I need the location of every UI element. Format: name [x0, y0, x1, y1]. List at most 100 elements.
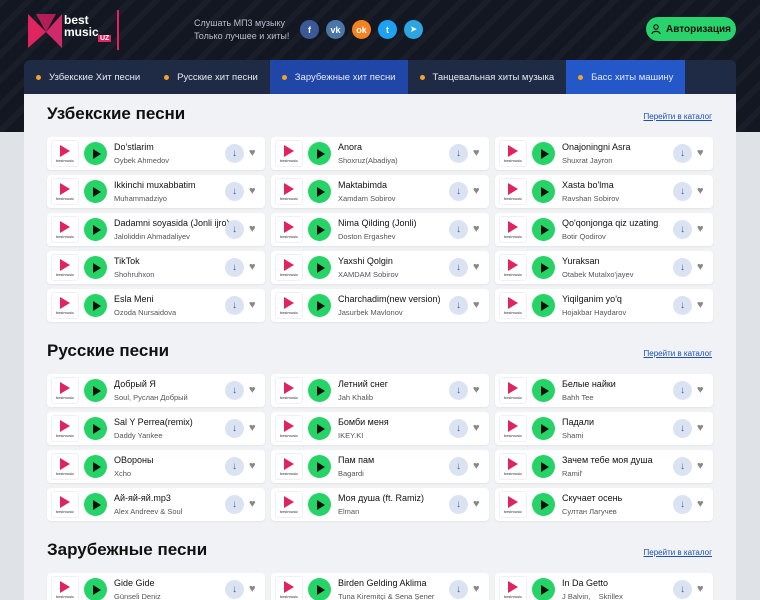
play-button[interactable] — [532, 256, 555, 279]
download-button[interactable]: ↓ — [225, 296, 244, 315]
download-button[interactable]: ↓ — [673, 220, 692, 239]
heart-icon[interactable]: ♥ — [697, 383, 704, 397]
heart-icon[interactable]: ♥ — [249, 146, 256, 160]
track-card[interactable]: bestmusic Ikkinchi muxabbatim Muhammadziyo… — [47, 175, 265, 208]
download-button[interactable]: ↓ — [673, 580, 692, 599]
download-button[interactable]: ↓ — [225, 457, 244, 476]
download-button[interactable]: ↓ — [673, 419, 692, 438]
nav-item[interactable]: Танцевальная хиты музыка — [408, 60, 567, 94]
download-button[interactable]: ↓ — [673, 495, 692, 514]
play-button[interactable] — [84, 180, 107, 203]
track-card[interactable]: bestmusic Белые найки Bahh Tee ↓ ♥ — [495, 374, 713, 407]
play-button[interactable] — [308, 493, 331, 516]
track-card[interactable]: bestmusic Do'stlarim Oybek Ahmedov ↓ ♥ — [47, 137, 265, 170]
play-button[interactable] — [532, 379, 555, 402]
play-button[interactable] — [84, 218, 107, 241]
download-button[interactable]: ↓ — [673, 144, 692, 163]
download-button[interactable]: ↓ — [225, 220, 244, 239]
play-button[interactable] — [532, 417, 555, 440]
heart-icon[interactable]: ♥ — [697, 421, 704, 435]
heart-icon[interactable]: ♥ — [697, 298, 704, 312]
play-button[interactable] — [84, 578, 107, 600]
play-button[interactable] — [308, 180, 331, 203]
track-card[interactable]: bestmusic Anora Shoxruz(Abadiya) ↓ ♥ — [271, 137, 489, 170]
catalog-link[interactable]: Перейти в каталог — [644, 112, 713, 121]
twitter-icon[interactable]: t — [378, 20, 397, 39]
heart-icon[interactable]: ♥ — [249, 459, 256, 473]
heart-icon[interactable]: ♥ — [697, 459, 704, 473]
telegram-icon[interactable]: ➤ — [404, 20, 423, 39]
track-card[interactable]: bestmusic Моя душа (ft. Ramiz) Elman ↓ ♥ — [271, 488, 489, 521]
download-button[interactable]: ↓ — [225, 144, 244, 163]
download-button[interactable]: ↓ — [225, 580, 244, 599]
play-button[interactable] — [84, 142, 107, 165]
heart-icon[interactable]: ♥ — [473, 421, 480, 435]
heart-icon[interactable]: ♥ — [249, 260, 256, 274]
track-card[interactable]: bestmusic Xasta bo'lma Ravshan Sobirov ↓ ♥ — [495, 175, 713, 208]
nav-item[interactable]: Русские хит песни — [152, 60, 270, 94]
download-button[interactable]: ↓ — [673, 381, 692, 400]
heart-icon[interactable]: ♥ — [249, 421, 256, 435]
track-card[interactable]: bestmusic Пам пам Bagardi ↓ ♥ — [271, 450, 489, 483]
track-card[interactable]: bestmusic Зачем тебе моя душа Ramil' ↓ ♥ — [495, 450, 713, 483]
download-button[interactable]: ↓ — [225, 182, 244, 201]
track-card[interactable]: bestmusic Yiqilganim yo'q Hojakbar Haydaro… — [495, 289, 713, 322]
track-card[interactable]: bestmusic Birden Gelding Aklima Tuna Kirem… — [271, 573, 489, 600]
login-button[interactable]: Авторизация — [646, 17, 736, 41]
heart-icon[interactable]: ♥ — [473, 383, 480, 397]
track-card[interactable]: bestmusic Бомби меня IKEY.KI ↓ ♥ — [271, 412, 489, 445]
download-button[interactable]: ↓ — [449, 457, 468, 476]
track-card[interactable]: bestmusic ОВороны Xcho ↓ ♥ — [47, 450, 265, 483]
nav-item[interactable]: Узбекские Хит песни — [24, 60, 152, 94]
play-button[interactable] — [84, 294, 107, 317]
play-button[interactable] — [84, 417, 107, 440]
track-card[interactable]: bestmusic Скучает осень Султан Лагучев ↓ ♥ — [495, 488, 713, 521]
heart-icon[interactable]: ♥ — [473, 459, 480, 473]
heart-icon[interactable]: ♥ — [697, 222, 704, 236]
heart-icon[interactable]: ♥ — [473, 260, 480, 274]
catalog-link[interactable]: Перейти в каталог — [644, 548, 713, 557]
track-card[interactable]: bestmusic Qo'qonjonga qiz uzating Botir Qo… — [495, 213, 713, 246]
download-button[interactable]: ↓ — [449, 144, 468, 163]
play-button[interactable] — [308, 218, 331, 241]
heart-icon[interactable]: ♥ — [249, 184, 256, 198]
download-button[interactable]: ↓ — [225, 258, 244, 277]
track-card[interactable]: bestmusic Charchadim(new version) Jasurbek… — [271, 289, 489, 322]
download-button[interactable]: ↓ — [225, 419, 244, 438]
heart-icon[interactable]: ♥ — [697, 146, 704, 160]
download-button[interactable]: ↓ — [673, 182, 692, 201]
site-logo[interactable]: best music UZ — [26, 8, 126, 52]
track-card[interactable]: bestmusic Onajoningni Asra Shuxrat Jayron ↓… — [495, 137, 713, 170]
track-card[interactable]: bestmusic Добрый Я Soul, Руслан Добрый ↓ ♥ — [47, 374, 265, 407]
track-card[interactable]: bestmusic Nima Qilding (Jonli) Doston Erga… — [271, 213, 489, 246]
download-button[interactable]: ↓ — [673, 258, 692, 277]
heart-icon[interactable]: ♥ — [473, 146, 480, 160]
heart-icon[interactable]: ♥ — [249, 497, 256, 511]
play-button[interactable] — [532, 455, 555, 478]
track-card[interactable]: bestmusic Падали Shami ↓ ♥ — [495, 412, 713, 445]
play-button[interactable] — [84, 493, 107, 516]
catalog-link[interactable]: Перейти в каталог — [644, 349, 713, 358]
play-button[interactable] — [308, 578, 331, 600]
heart-icon[interactable]: ♥ — [697, 260, 704, 274]
heart-icon[interactable]: ♥ — [697, 582, 704, 596]
download-button[interactable]: ↓ — [449, 580, 468, 599]
play-button[interactable] — [532, 218, 555, 241]
track-card[interactable]: bestmusic Летний снег Jah Khalib ↓ ♥ — [271, 374, 489, 407]
play-button[interactable] — [84, 455, 107, 478]
heart-icon[interactable]: ♥ — [249, 582, 256, 596]
play-button[interactable] — [532, 578, 555, 600]
download-button[interactable]: ↓ — [449, 220, 468, 239]
play-button[interactable] — [532, 493, 555, 516]
download-button[interactable]: ↓ — [225, 495, 244, 514]
download-button[interactable]: ↓ — [673, 296, 692, 315]
heart-icon[interactable]: ♥ — [473, 298, 480, 312]
download-button[interactable]: ↓ — [449, 495, 468, 514]
play-button[interactable] — [84, 379, 107, 402]
nav-item[interactable]: Басс хиты машину — [566, 60, 686, 94]
track-card[interactable]: bestmusic In Da Getto J Balvin, _ Skrillex… — [495, 573, 713, 600]
track-card[interactable]: bestmusic Dadamni soyasida (Jonli ijro) Ja… — [47, 213, 265, 246]
facebook-icon[interactable]: f — [300, 20, 319, 39]
download-button[interactable]: ↓ — [449, 258, 468, 277]
track-card[interactable]: bestmusic Yuraksan Otabek Mutalxo'jayev ↓ ♥ — [495, 251, 713, 284]
